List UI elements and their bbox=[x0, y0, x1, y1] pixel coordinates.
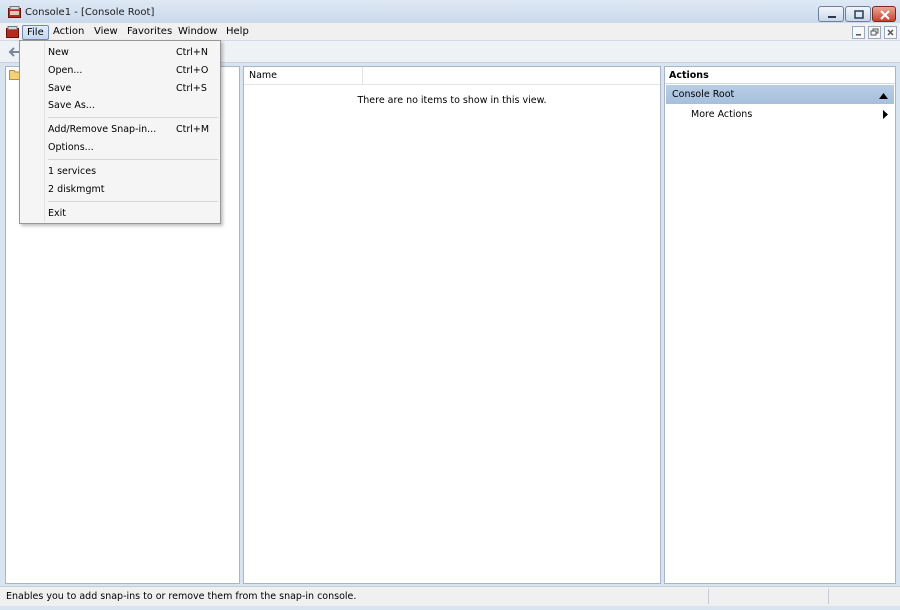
menu-item-label: New bbox=[48, 47, 69, 58]
menu-item-shortcut: Ctrl+N bbox=[176, 47, 208, 58]
actions-section-title: Console Root bbox=[672, 89, 735, 100]
menu-item-shortcut: Ctrl+O bbox=[176, 65, 209, 76]
menu-view[interactable]: View bbox=[90, 25, 122, 40]
status-text: Enables you to add snap-ins to or remove… bbox=[6, 591, 357, 602]
menu-window[interactable]: Window bbox=[174, 25, 221, 40]
menu-item-shortcut: Ctrl+M bbox=[176, 124, 210, 135]
minimize-button[interactable] bbox=[818, 6, 844, 22]
actions-header: Actions bbox=[665, 67, 895, 84]
menu-separator bbox=[48, 117, 218, 118]
column-header-name[interactable]: Name bbox=[244, 67, 363, 85]
menu-bar: File Action View Favorites Window Help bbox=[0, 23, 900, 41]
menu-favorites[interactable]: Favorites bbox=[123, 25, 176, 40]
menu-item-exit[interactable]: Exit bbox=[22, 205, 218, 222]
child-minimize-button[interactable] bbox=[852, 26, 865, 39]
menu-item-label: Save As... bbox=[48, 100, 95, 111]
menu-item-add-remove-snap-in[interactable]: Add/Remove Snap-in... Ctrl+M bbox=[22, 121, 218, 138]
menu-item-save-as[interactable]: Save As... bbox=[22, 97, 218, 114]
menu-item-recent-diskmgmt[interactable]: 2 diskmgmt bbox=[22, 181, 218, 198]
menu-item-label: Add/Remove Snap-in... bbox=[48, 124, 157, 135]
menu-item-label: Exit bbox=[48, 208, 66, 219]
menu-item-options[interactable]: Options... bbox=[22, 139, 218, 156]
more-actions-item[interactable]: More Actions bbox=[666, 105, 894, 123]
actions-pane: Actions Console Root More Actions bbox=[664, 66, 896, 584]
menu-action[interactable]: Action bbox=[49, 25, 88, 40]
menu-item-shortcut: Ctrl+S bbox=[176, 83, 207, 94]
console-doc-icon[interactable] bbox=[6, 26, 19, 38]
collapse-up-icon[interactable] bbox=[879, 91, 888, 102]
menu-item-label: Save bbox=[48, 83, 72, 94]
status-bar: Enables you to add snap-ins to or remove… bbox=[0, 586, 900, 606]
menu-item-label: Open... bbox=[48, 65, 83, 76]
menu-item-label: 1 services bbox=[48, 166, 97, 177]
menu-separator bbox=[48, 159, 218, 160]
menu-separator bbox=[48, 201, 218, 202]
menu-item-save[interactable]: Save Ctrl+S bbox=[22, 80, 218, 97]
submenu-arrow-icon bbox=[883, 110, 888, 122]
window-title: Console1 - [Console Root] bbox=[25, 7, 155, 18]
close-button[interactable] bbox=[872, 6, 896, 22]
actions-section-console-root[interactable]: Console Root bbox=[666, 85, 894, 104]
menu-file[interactable]: File bbox=[22, 25, 49, 40]
status-divider bbox=[708, 589, 709, 604]
column-header-row: Name bbox=[244, 67, 660, 85]
menu-item-new[interactable]: New Ctrl+N bbox=[22, 44, 218, 61]
maximize-button[interactable] bbox=[845, 6, 871, 22]
child-restore-button[interactable] bbox=[868, 26, 881, 39]
child-close-button[interactable] bbox=[884, 26, 897, 39]
menu-help[interactable]: Help bbox=[222, 25, 253, 40]
menu-item-label: 2 diskmgmt bbox=[48, 184, 105, 195]
file-dropdown-menu: New Ctrl+N Open... Ctrl+O Save Ctrl+S Sa… bbox=[19, 40, 221, 224]
more-actions-label: More Actions bbox=[691, 109, 753, 120]
results-pane[interactable]: Name There are no items to show in this … bbox=[243, 66, 661, 584]
menu-item-recent-services[interactable]: 1 services bbox=[22, 163, 218, 180]
menu-item-label: Options... bbox=[48, 142, 94, 153]
status-divider bbox=[828, 589, 829, 604]
empty-view-message: There are no items to show in this view. bbox=[357, 95, 547, 106]
console-app-icon bbox=[8, 6, 21, 18]
menu-item-open[interactable]: Open... Ctrl+O bbox=[22, 62, 218, 79]
